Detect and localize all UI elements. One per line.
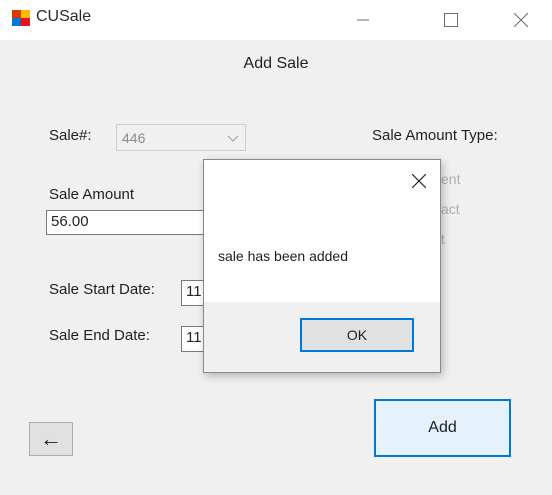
close-icon — [411, 173, 427, 189]
maximize-button[interactable] — [428, 0, 474, 40]
app-icon — [12, 10, 30, 26]
end-date-label: Sale End Date: — [49, 327, 150, 344]
dialog-close-button[interactable] — [411, 173, 427, 193]
sale-number-dropdown[interactable]: 446 — [116, 124, 246, 151]
close-icon — [514, 13, 528, 27]
sale-amount-input[interactable]: 56.00 — [46, 210, 206, 235]
dialog-footer: OK — [204, 302, 440, 372]
sale-number-value: 446 — [122, 130, 146, 146]
start-date-label: Sale Start Date: — [49, 281, 155, 298]
minimize-button[interactable] — [340, 0, 386, 40]
amount-type-option-3[interactable]: t — [441, 231, 445, 247]
back-button[interactable]: ← — [29, 422, 73, 456]
minimize-icon — [357, 19, 369, 21]
message-dialog: sale has been added OK — [203, 159, 441, 373]
form-title: Add Sale — [243, 55, 309, 72]
add-button[interactable]: Add — [374, 399, 511, 457]
arrow-left-icon: ← — [40, 426, 62, 451]
amount-type-option-2[interactable]: act — [441, 201, 460, 217]
sale-amount-type-label: Sale Amount Type: — [372, 127, 498, 144]
sale-amount-label: Sale Amount — [49, 186, 135, 203]
window-title: CUSale — [36, 8, 92, 25]
maximize-icon — [444, 13, 458, 27]
amount-type-option-1[interactable]: ent — [441, 171, 460, 187]
chevron-down-icon — [227, 131, 239, 149]
dialog-message: sale has been added — [218, 248, 348, 264]
close-button[interactable] — [498, 0, 544, 40]
main-window: CUSale Add Sale Sale#: 446 Sale Amount T… — [0, 0, 552, 495]
sale-number-label: Sale#: — [49, 127, 92, 144]
ok-button[interactable]: OK — [300, 318, 414, 352]
title-bar: CUSale — [0, 0, 552, 40]
